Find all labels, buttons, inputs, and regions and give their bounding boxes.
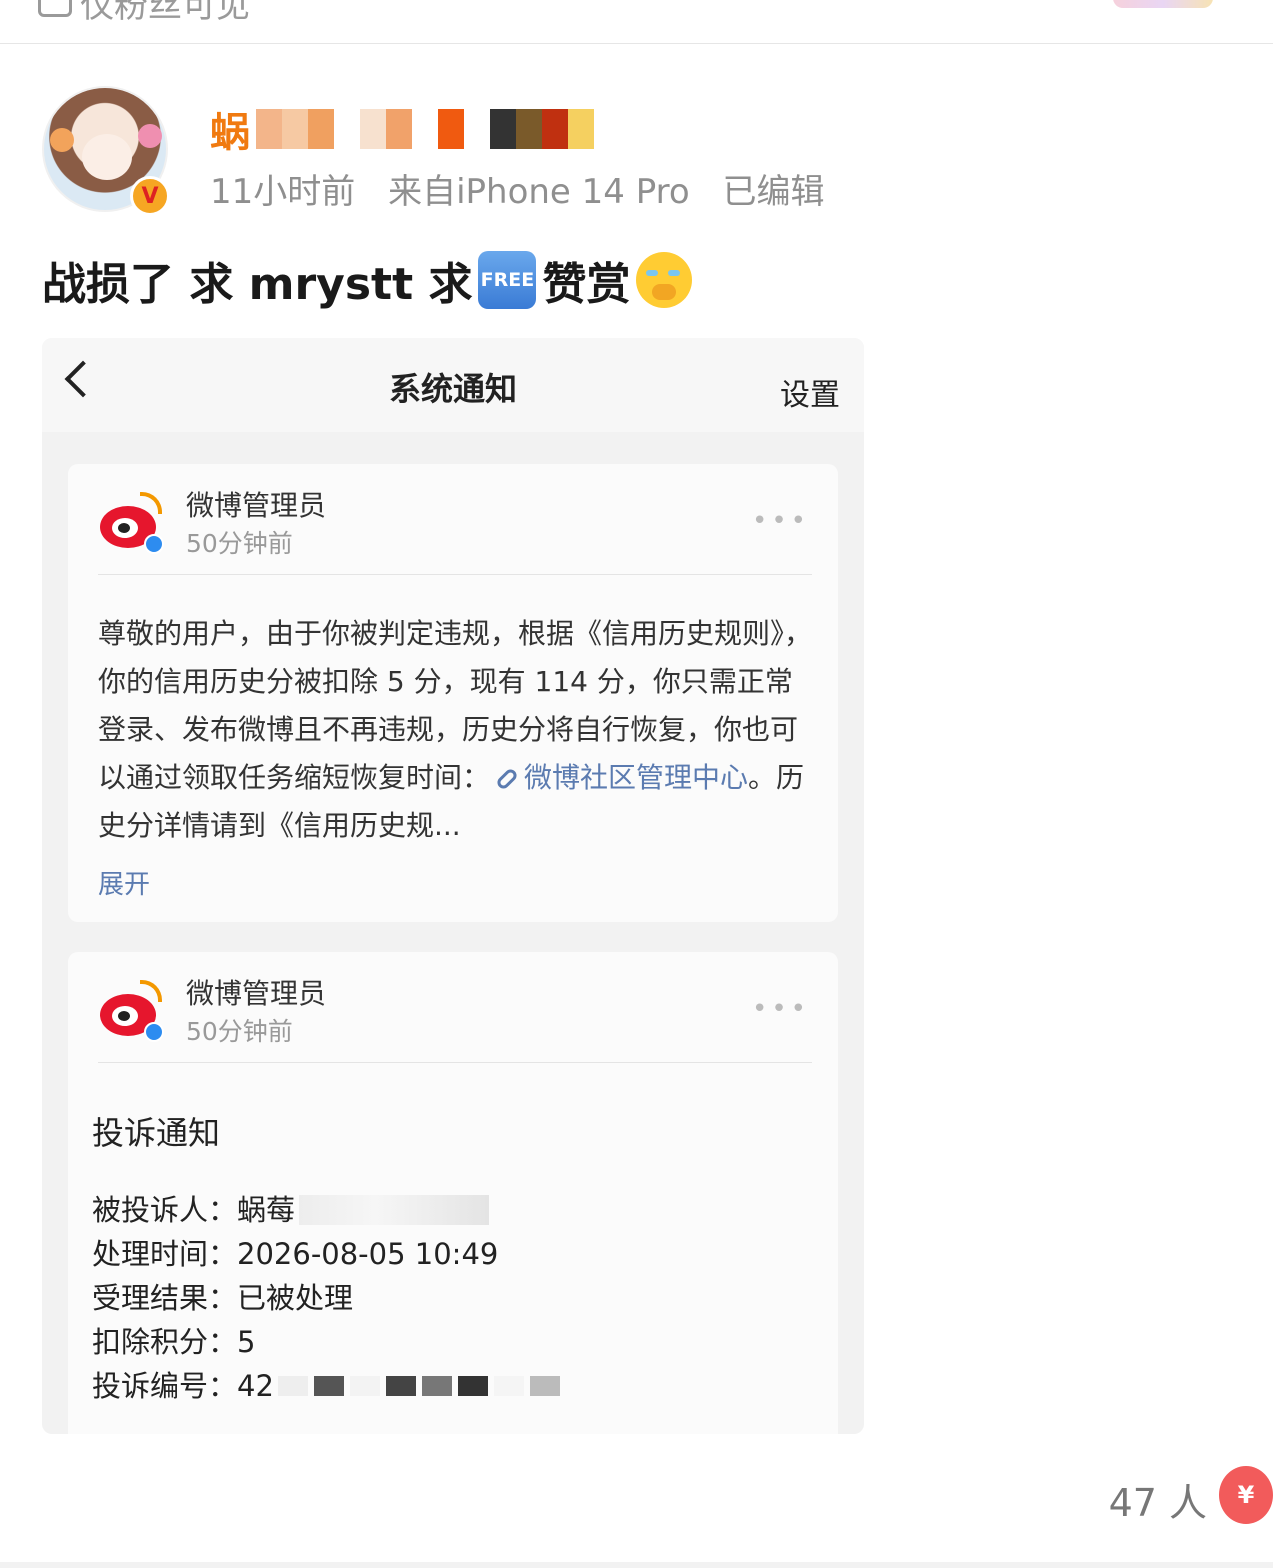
expand-link: 展开 (98, 870, 151, 900)
screenshot-navbar: 系统通知 设置 (42, 338, 864, 432)
edited-label[interactable]: 已编辑 (722, 172, 824, 212)
reward-count[interactable]: 47 人 (1109, 1472, 1207, 1527)
notice-time: 50分钟前 (186, 529, 293, 558)
nav-settings: 设置 (780, 378, 840, 413)
complaint-row: 处理时间： 2026-08-05 10:49 (92, 1237, 499, 1271)
complaint-row: 受理结果： 已被处理 (92, 1281, 354, 1315)
complaint-details: 被投诉人： 蜗莓 处理时间： 2026-08-05 10:49 受理结果： 已被… (92, 1188, 560, 1408)
redacted-mosaic (277, 1376, 560, 1396)
divider (98, 574, 812, 575)
redacted-blur (299, 1195, 490, 1225)
notice-time: 50分钟前 (186, 1017, 293, 1046)
post-source[interactable]: 来自iPhone 14 Pro (388, 172, 690, 212)
complaint-row: 扣除积分： 5 (92, 1325, 256, 1359)
more-icon: ••• (751, 994, 810, 1024)
divider (98, 1062, 812, 1063)
post-time: 11小时前 (210, 172, 356, 212)
decoration-sticker (1113, 0, 1213, 8)
notice-link: 微博社区管理中心 (524, 761, 749, 794)
username-mosaic (256, 109, 594, 149)
weibo-logo-icon (98, 488, 166, 554)
visibility-label: 仅粉丝可见 (80, 0, 250, 26)
more-icon: ••• (751, 506, 810, 536)
post-text-part2: 赞赏 (542, 259, 631, 310)
visibility-icon (38, 0, 72, 17)
divider (0, 1562, 1273, 1568)
top-bar: 仅粉丝可见 (0, 0, 1273, 44)
free-icon: FREE (478, 251, 537, 309)
notice-card: 微博管理员 50分钟前 ••• 尊敬的用户，由于你被判定违规，根据《信用历史规则… (68, 464, 838, 922)
verified-badge-icon: V (130, 176, 170, 216)
notice-card: 微博管理员 50分钟前 ••• 投诉通知 被投诉人： 蜗莓 处理时间： 2026… (68, 952, 838, 1434)
nav-title: 系统通知 (388, 370, 517, 408)
complaint-title: 投诉通知 (92, 1114, 221, 1152)
post-text: 战损了 求 mrystt 求 FREE 赞赏 (42, 248, 693, 312)
notice-sender: 微博管理员 (186, 977, 327, 1010)
notice-sender: 微博管理员 (186, 489, 327, 522)
reward-heart-icon[interactable]: ¥ (1219, 1466, 1273, 1524)
complaint-row: 被投诉人： 蜗莓 (92, 1188, 560, 1232)
link-icon (494, 766, 520, 792)
visibility-indicator[interactable]: 仅粉丝可见 (38, 0, 250, 27)
username-text: 蜗 (210, 110, 250, 156)
post-text-part1: 战损了 求 mrystt 求 (42, 259, 473, 310)
crying-face-icon (636, 252, 693, 308)
complaint-row: 投诉编号： 42 (92, 1364, 560, 1408)
notice-body: 尊敬的用户，由于你被判定违规，根据《信用历史规则》，你的信用历史分被扣除 5 分… (98, 617, 813, 842)
post-meta: 11小时前 来自iPhone 14 Pro 已编辑 (210, 164, 824, 213)
screenshot-image[interactable]: 系统通知 设置 微博管理员 50分钟前 ••• 尊敬的用户，由于你被判定违规，根… (42, 338, 864, 1434)
weibo-logo-icon (98, 976, 166, 1042)
username[interactable]: 蜗 (210, 100, 594, 158)
